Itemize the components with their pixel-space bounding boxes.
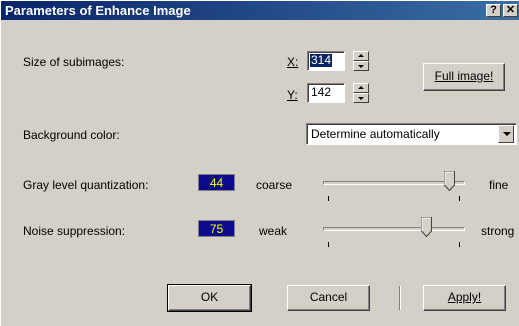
- y-value: 142: [311, 85, 332, 99]
- noise-suppression-label: Noise suppression:: [23, 224, 126, 238]
- close-button[interactable]: ✕: [503, 4, 518, 17]
- down-arrow-icon: [358, 97, 364, 100]
- chevron-down-icon: [503, 132, 511, 136]
- y-decrement-button[interactable]: [353, 93, 369, 103]
- subimages-label: Size of subimages:: [23, 55, 125, 69]
- gray-level-value: 44: [198, 174, 235, 191]
- noise-suppression-value: 75: [198, 220, 235, 237]
- title-bar[interactable]: Parameters of Enhance Image ? ✕: [1, 1, 519, 20]
- up-arrow-icon: [358, 54, 364, 57]
- x-label: X:: [287, 55, 299, 69]
- gray-coarse-label: coarse: [256, 178, 293, 192]
- y-label: Y:: [287, 88, 298, 102]
- gray-fine-label: fine: [489, 178, 509, 192]
- x-spin-input[interactable]: 314: [307, 51, 345, 71]
- gray-tick-min: [328, 196, 329, 201]
- gray-tick-max: [459, 196, 460, 201]
- apply-label: Apply!: [447, 290, 482, 304]
- noise-tick-max: [459, 242, 460, 247]
- noise-suppression-slider-thumb[interactable]: [421, 217, 432, 237]
- y-spin-buttons: [353, 83, 369, 103]
- gray-level-label: Gray level quantization:: [23, 178, 149, 192]
- help-button[interactable]: ?: [486, 4, 501, 17]
- dropdown-button[interactable]: [498, 125, 514, 143]
- enhance-image-dialog: Parameters of Enhance Image ? ✕ Size of …: [0, 0, 519, 326]
- x-decrement-button[interactable]: [353, 61, 369, 71]
- up-arrow-icon: [358, 86, 364, 89]
- button-separator: [399, 286, 401, 310]
- window-title: Parameters of Enhance Image: [5, 3, 191, 18]
- gray-level-slider-thumb[interactable]: [444, 171, 455, 191]
- noise-weak-label: weak: [259, 224, 288, 238]
- background-color-label: Background color:: [23, 128, 120, 142]
- down-arrow-icon: [358, 65, 364, 68]
- x-increment-button[interactable]: [353, 51, 369, 61]
- background-color-dropdown[interactable]: Determine automatically: [306, 123, 517, 145]
- y-spin-input[interactable]: 142: [307, 83, 345, 103]
- y-increment-button[interactable]: [353, 83, 369, 93]
- noise-suppression-track: [323, 227, 465, 231]
- full-image-label: Full image!: [434, 69, 494, 83]
- noise-tick-min: [328, 242, 329, 247]
- ok-button[interactable]: OK: [167, 284, 252, 312]
- cancel-button[interactable]: Cancel: [287, 285, 370, 311]
- background-color-selected: Determine automatically: [311, 127, 440, 141]
- full-image-button[interactable]: Full image!: [423, 63, 505, 91]
- x-spin-buttons: [353, 51, 369, 71]
- x-value: 314: [310, 53, 333, 67]
- apply-button[interactable]: Apply!: [423, 285, 506, 311]
- noise-strong-label: strong: [481, 224, 515, 238]
